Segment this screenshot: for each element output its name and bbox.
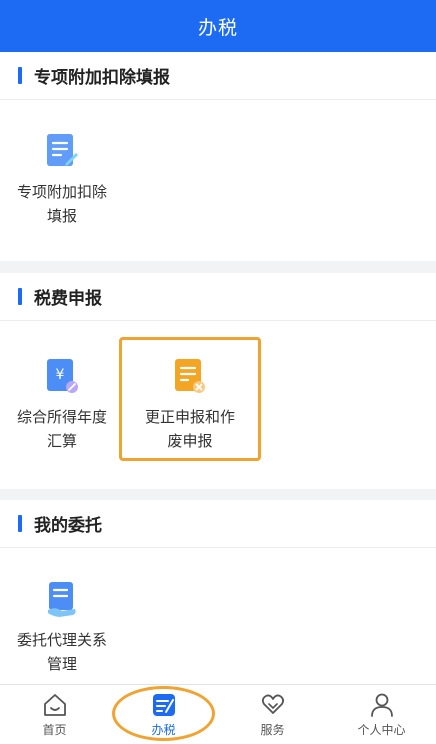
tab-label: 首页	[42, 723, 67, 737]
section-title: 税费申报	[34, 289, 102, 309]
user-icon	[370, 693, 393, 717]
tile-label: 专项附加扣除填报	[16, 183, 107, 225]
section-header: 我的委托	[0, 500, 436, 548]
tab-personal-center[interactable]: 个人中心	[327, 685, 436, 744]
document-hand-icon	[48, 582, 76, 617]
tile-label: 委托代理关系管理	[16, 631, 107, 673]
tile-special-deduction-filing[interactable]: 专项附加扣除填报	[4, 132, 120, 228]
section-my-entrustment: 我的委托 委托代理关系管理	[0, 500, 436, 684]
section-header: 税费申报	[0, 273, 436, 321]
section-title: 我的委托	[34, 516, 102, 536]
document-edit-icon	[47, 134, 78, 166]
section-header: 专项附加扣除填报	[0, 52, 436, 100]
tile-label: 综合所得年度汇算	[16, 408, 107, 450]
heart-hand-icon	[261, 694, 284, 714]
bottom-tab-bar: 首页 办税 服务 个人中心	[0, 684, 436, 744]
section-accent-bar	[18, 67, 22, 84]
section-special-deduction: 专项附加扣除填报 专项附加扣除填报	[0, 52, 436, 261]
highlight-annotation-ring	[112, 686, 215, 741]
yuan-document-icon: ¥	[47, 359, 78, 393]
app-header: 办税	[0, 0, 436, 52]
page-title: 办税	[197, 16, 238, 39]
tab-label: 个人中心	[357, 723, 406, 737]
home-icon	[43, 694, 66, 716]
tab-label: 服务	[260, 723, 285, 737]
svg-text:¥: ¥	[56, 367, 65, 383]
tile-agency-management[interactable]: 委托代理关系管理	[4, 580, 120, 676]
highlight-annotation	[119, 337, 261, 461]
tab-service[interactable]: 服务	[218, 685, 327, 744]
tile-annual-settlement[interactable]: ¥ 综合所得年度汇算	[4, 357, 120, 453]
section-accent-bar	[18, 288, 22, 305]
tab-home[interactable]: 首页	[0, 685, 109, 744]
section-accent-bar	[18, 515, 22, 532]
section-title: 专项附加扣除填报	[34, 68, 170, 88]
